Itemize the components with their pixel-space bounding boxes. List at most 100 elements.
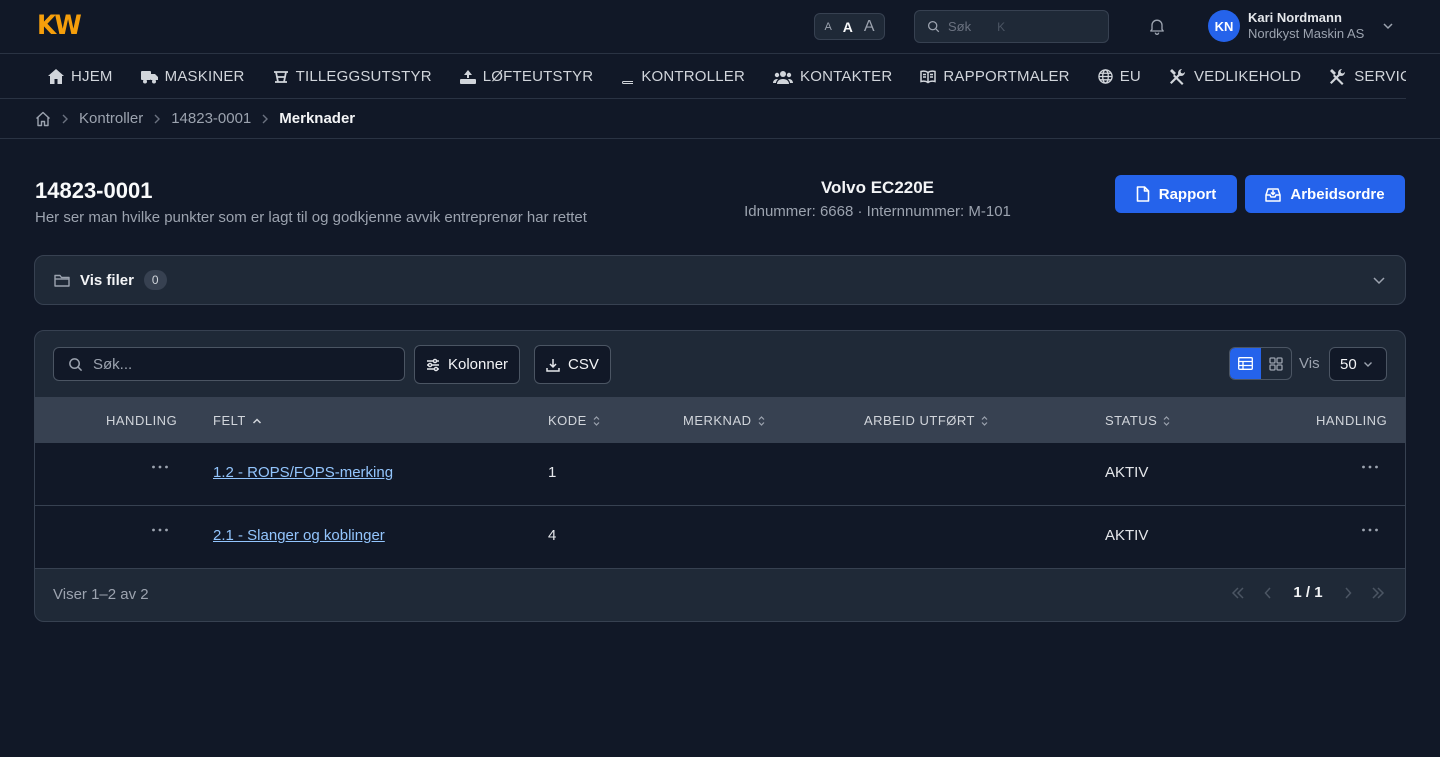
sort-icon <box>593 415 600 426</box>
csv-button-label: CSV <box>568 356 599 373</box>
last-page-icon[interactable] <box>1363 586 1393 599</box>
arbeidsordre-button-label: Arbeidsordre <box>1290 185 1385 203</box>
truck-icon <box>140 70 158 84</box>
user-name: Kari Nordmann <box>1248 10 1342 25</box>
home-icon[interactable] <box>35 111 51 127</box>
breadcrumb-current: Merknader <box>279 110 356 127</box>
chevron-down-icon <box>1372 273 1386 287</box>
nav-label: LØFTEUTSTYR <box>482 68 594 85</box>
font-size-switcher: A A A <box>814 13 885 40</box>
row-felt-link[interactable]: 2.1 - Slanger og koblinger <box>213 527 385 544</box>
sort-icon <box>981 415 988 426</box>
col-header-kode[interactable]: KODE <box>548 413 600 428</box>
nav-item-kontroller[interactable]: KONTROLLER <box>621 68 745 85</box>
table-header: HANDLING FELT KODE MERKNAD ARBEID UTFØRT… <box>35 397 1405 443</box>
grid-view-icon[interactable] <box>1261 348 1292 379</box>
row-kode: 1 <box>548 464 557 481</box>
sort-ascending-icon <box>252 417 262 425</box>
nav-item-hjem[interactable]: HJEM <box>48 68 113 85</box>
nav-label: MASKINER <box>164 68 245 85</box>
col-header-handling: HANDLING <box>106 413 177 428</box>
nav-item-kontakter[interactable]: KONTAKTER <box>773 68 892 85</box>
next-page-icon[interactable] <box>1333 586 1363 599</box>
machine-name: Volvo EC220E <box>820 178 935 197</box>
col-header-arbeid-utfort[interactable]: ARBEID UTFØRT <box>864 413 988 428</box>
excavator-icon <box>273 70 289 84</box>
more-options-icon[interactable] <box>1361 528 1379 532</box>
nav-item-eu[interactable]: EU <box>1098 68 1141 85</box>
table-view-icon[interactable] <box>1230 348 1261 379</box>
page-size-select[interactable]: 50 <box>1329 347 1387 381</box>
avatar: KN <box>1208 10 1240 42</box>
table-search-input[interactable]: Søk... <box>53 347 405 381</box>
inbox-download-icon <box>1265 187 1282 202</box>
nav-item-vedlikehold[interactable]: VEDLIKEHOLD <box>1169 68 1301 85</box>
bell-icon[interactable] <box>1147 16 1167 36</box>
row-felt-link[interactable]: 1.2 - ROPS/FOPS-merking <box>213 464 393 481</box>
showing-count: Viser 1–2 av 2 <box>53 586 149 603</box>
nav-item-rapportmaler[interactable]: RAPPORTMALER <box>920 68 1070 85</box>
more-options-icon[interactable] <box>151 528 169 532</box>
breadcrumb-kontroller[interactable]: Kontroller <box>79 110 143 127</box>
download-icon <box>546 358 560 372</box>
nav-label: KONTAKTER <box>800 68 893 85</box>
col-header-label: MERKNAD <box>683 413 752 428</box>
col-header-felt[interactable]: FELT <box>213 413 262 428</box>
nav-item-maskiner[interactable]: MASKINER <box>140 68 245 85</box>
font-size-medium-button[interactable]: A <box>843 19 853 35</box>
more-options-icon[interactable] <box>1361 465 1379 469</box>
top-bar: KW A A A Søk K KN Kari Nordmann Nordkyst… <box>0 0 1440 54</box>
search-icon <box>927 20 940 33</box>
prev-page-icon[interactable] <box>1253 586 1283 599</box>
app-logo[interactable]: KW <box>37 10 82 41</box>
search-icon <box>68 357 83 372</box>
global-search-placeholder: Søk <box>948 19 972 34</box>
font-size-small-button[interactable]: A <box>824 21 831 33</box>
nav-label: KONTROLLER <box>641 68 746 85</box>
nav-label: TILLEGGSUTSTYR <box>295 68 432 85</box>
machine-info: Volvo EC220E Idnummer: 6668 · Internnumm… <box>700 178 1055 220</box>
search-shortcut-key: K <box>997 19 1006 34</box>
user-menu[interactable]: KN Kari Nordmann Nordkyst Maskin AS <box>1208 10 1394 42</box>
global-search-input[interactable]: Søk K <box>914 10 1109 43</box>
more-options-icon[interactable] <box>151 465 169 469</box>
table-row: 1.2 - ROPS/FOPS-merking 1 AKTIV <box>35 443 1405 506</box>
table-footer: Viser 1–2 av 2 1 / 1 <box>35 568 1405 621</box>
col-header-label: KODE <box>548 413 587 428</box>
breadcrumb: Kontroller 14823-0001 Merknader <box>0 99 1440 139</box>
nav-item-tilleggsutstyr[interactable]: TILLEGGSUTSTYR <box>273 68 432 85</box>
files-count-badge: 0 <box>143 270 167 290</box>
first-page-icon[interactable] <box>1223 586 1253 599</box>
nav-label: RAPPORTMALER <box>943 68 1070 85</box>
nav-label: HJEM <box>71 68 113 85</box>
book-icon <box>621 69 634 84</box>
breadcrumb-control-id[interactable]: 14823-0001 <box>171 110 251 127</box>
rapport-button[interactable]: Rapport <box>1115 175 1237 213</box>
col-header-label: STATUS <box>1105 413 1158 428</box>
files-label: Vis filer <box>80 271 134 289</box>
globe-icon <box>1098 69 1113 84</box>
arbeidsordre-button[interactable]: Arbeidsordre <box>1245 175 1405 213</box>
col-header-status[interactable]: STATUS <box>1105 413 1170 428</box>
nav-label: EU <box>1119 68 1141 85</box>
col-header-handling-right: HANDLING <box>1316 413 1387 428</box>
nav-item-service[interactable]: SERVICE <box>1329 68 1406 85</box>
page-indicator: 1 / 1 <box>1293 584 1323 601</box>
machine-ids: Idnummer: 6668 · Internnummer: M-101 <box>744 203 1011 220</box>
sort-icon <box>758 415 765 426</box>
open-book-icon <box>920 69 937 84</box>
pagination: 1 / 1 <box>1223 584 1393 601</box>
csv-export-button[interactable]: CSV <box>534 345 611 384</box>
columns-button[interactable]: Kolonner <box>414 345 521 384</box>
sort-icon <box>1163 415 1170 426</box>
files-panel-toggle[interactable]: Vis filer 0 <box>34 255 1406 305</box>
nav-item-lofteutstyr[interactable]: LØFTEUTSTYR <box>459 68 594 85</box>
col-header-merknad[interactable]: MERKNAD <box>683 413 765 428</box>
font-size-large-button[interactable]: A <box>864 18 875 36</box>
page-size-label: Vis <box>1299 355 1320 372</box>
page-size-value: 50 <box>1340 355 1357 373</box>
row-kode: 4 <box>548 527 557 544</box>
chevron-right-icon <box>261 114 269 124</box>
col-header-label: HANDLING <box>106 413 178 428</box>
view-toggle <box>1229 347 1292 380</box>
